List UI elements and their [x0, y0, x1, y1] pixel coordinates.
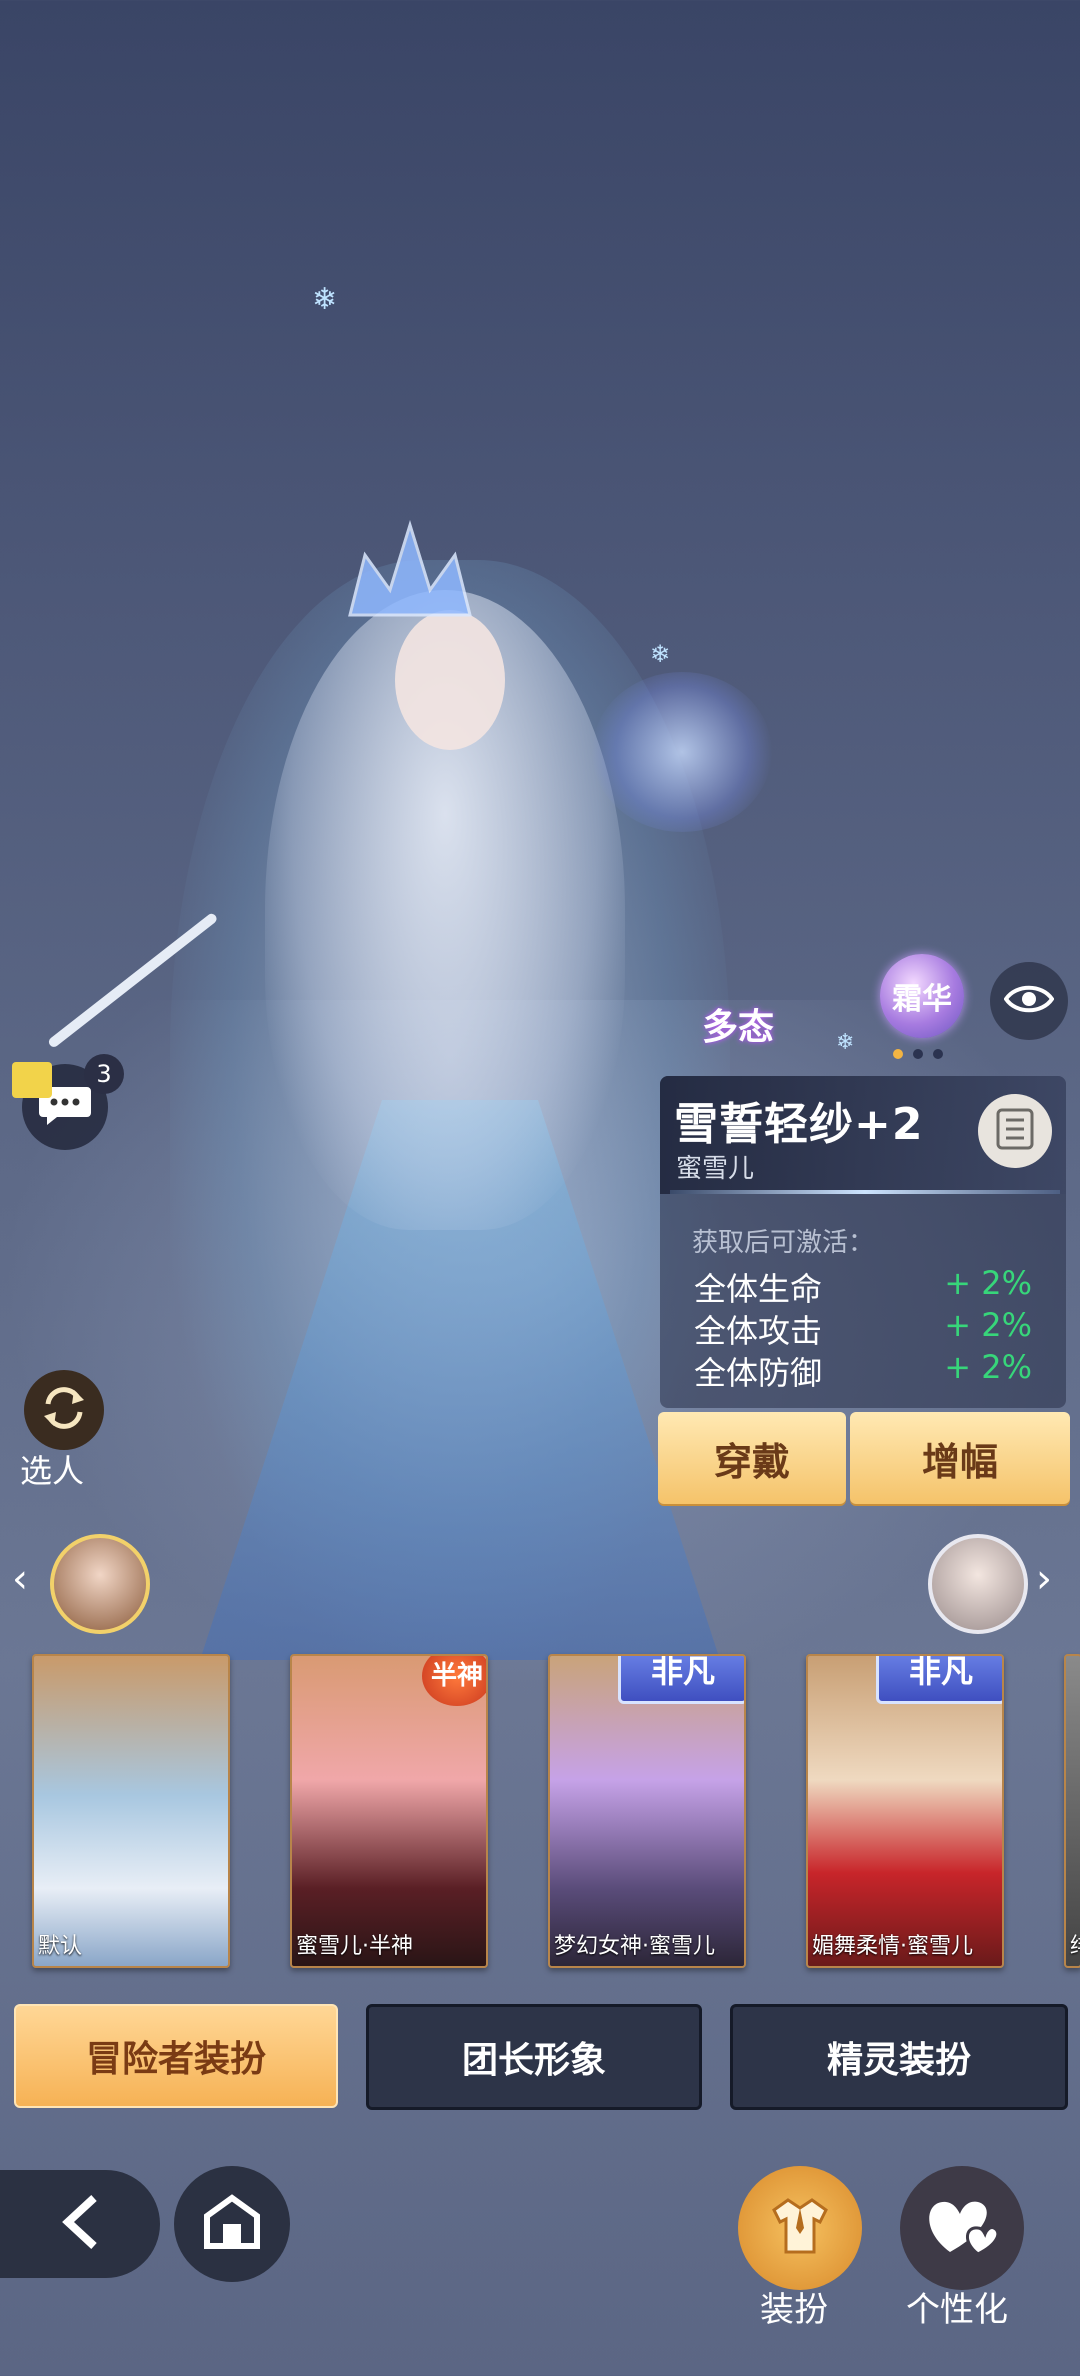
personalize-button[interactable] — [900, 2166, 1024, 2290]
outfit-detail-button[interactable] — [978, 1094, 1052, 1168]
outfit-icon — [768, 2194, 832, 2262]
rarity-tag: 非凡 — [876, 1656, 1002, 1704]
chat-count-badge: 3 — [84, 1054, 124, 1094]
previous-character-avatar[interactable] — [50, 1534, 150, 1634]
home-icon — [201, 2194, 263, 2254]
stat-row: 全体防御 + 2% — [694, 1348, 1054, 1394]
outfit-owner: 蜜雪儿 — [676, 1154, 755, 1184]
mail-icon — [12, 1062, 52, 1098]
stat-row: 全体攻击 + 2% — [694, 1306, 1054, 1352]
snowflake-icon: ❄ — [836, 1030, 855, 1055]
stat-value: + 2% — [944, 1306, 1032, 1344]
chevron-left-icon[interactable]: ‹ — [12, 1556, 28, 1602]
page-dot — [913, 1049, 923, 1059]
page-indicator — [893, 1044, 953, 1063]
snowflake-icon: ❄ — [312, 282, 338, 317]
outfit-card[interactable]: 非凡 媚舞柔情·蜜雪儿 — [806, 1654, 1004, 1968]
multi-form-badge[interactable]: 多态 — [692, 990, 776, 1060]
frost-skin-label: 霜华 — [892, 982, 952, 1017]
back-button[interactable] — [0, 2170, 160, 2278]
page-dot-active — [893, 1049, 903, 1059]
outfit-card[interactable]: 非凡 梦幻女神·蜜雪儿 — [548, 1654, 746, 1968]
tab-adventurer-outfit[interactable]: 冒险者装扮 — [14, 2004, 338, 2108]
frost-skin-badge[interactable]: 霜华 — [880, 954, 964, 1038]
stat-value: + 2% — [944, 1264, 1032, 1302]
outfit-info-panel: 雪誓轻纱+2 蜜雪儿 获取后可激活： 全体生命 + 2% 全体攻击 + 2% 全… — [660, 1076, 1066, 1408]
outfit-card[interactable]: 半神 蜜雪儿·半神 — [290, 1654, 488, 1968]
dress-up-label: 装扮 — [760, 2290, 828, 2330]
header-divider — [670, 1190, 1060, 1194]
outfit-card-caption: 梦幻女神·蜜雪儿 — [554, 1934, 715, 1959]
tab-leader-image[interactable]: 团长形象 — [366, 2004, 702, 2110]
stat-label: 全体攻击 — [694, 1312, 823, 1350]
eye-icon — [1003, 982, 1055, 1020]
outfit-card-art — [1066, 1656, 1080, 1966]
document-icon — [996, 1108, 1034, 1154]
personalize-label: 个性化 — [906, 2290, 1008, 2330]
outfit-card-caption: 绯 — [1070, 1928, 1080, 1960]
outfit-card-caption: 默认 — [38, 1934, 83, 1959]
stat-label: 全体防御 — [694, 1354, 823, 1392]
chevron-left-icon — [60, 2194, 100, 2254]
outfit-card-caption: 蜜雪儿·半神 — [296, 1934, 413, 1959]
boost-button[interactable]: 增幅 — [850, 1412, 1070, 1504]
stat-row: 全体生命 + 2% — [694, 1264, 1054, 1310]
stat-label: 全体生命 — [694, 1270, 823, 1308]
rarity-tag: 非凡 — [618, 1656, 744, 1704]
swap-icon — [40, 1384, 88, 1436]
hearts-icon — [924, 2194, 1000, 2262]
outfit-header: 雪誓轻纱+2 蜜雪儿 — [660, 1076, 1066, 1194]
outfit-name: 雪誓轻纱+2 — [674, 1099, 924, 1150]
view-toggle-button[interactable] — [990, 962, 1068, 1040]
wear-button[interactable]: 穿戴 — [658, 1412, 846, 1504]
snowflake-icon: ❄ — [650, 640, 671, 668]
outfit-card-art — [34, 1656, 228, 1966]
page-dot — [933, 1049, 943, 1059]
swap-character-label: 选人 — [20, 1452, 85, 1490]
next-character-avatar[interactable] — [928, 1534, 1028, 1634]
outfit-card-caption: 媚舞柔情·蜜雪儿 — [812, 1934, 973, 1959]
character-face — [395, 610, 505, 750]
stat-value: + 2% — [944, 1348, 1032, 1386]
tab-spirit-outfit[interactable]: 精灵装扮 — [730, 2004, 1068, 2110]
dress-up-button[interactable] — [738, 2166, 862, 2290]
snowflake-orb — [592, 672, 772, 832]
outfit-card[interactable]: 绯 — [1064, 1654, 1080, 1968]
activate-hint: 获取后可激活： — [692, 1228, 875, 1258]
multi-form-label: 多态 — [702, 1007, 775, 1048]
home-button[interactable] — [174, 2166, 290, 2282]
crown-icon — [345, 519, 475, 620]
outfit-card[interactable]: 默认 — [32, 1654, 230, 1968]
swap-character-button[interactable] — [24, 1370, 104, 1450]
chevron-right-icon[interactable]: › — [1036, 1556, 1052, 1602]
